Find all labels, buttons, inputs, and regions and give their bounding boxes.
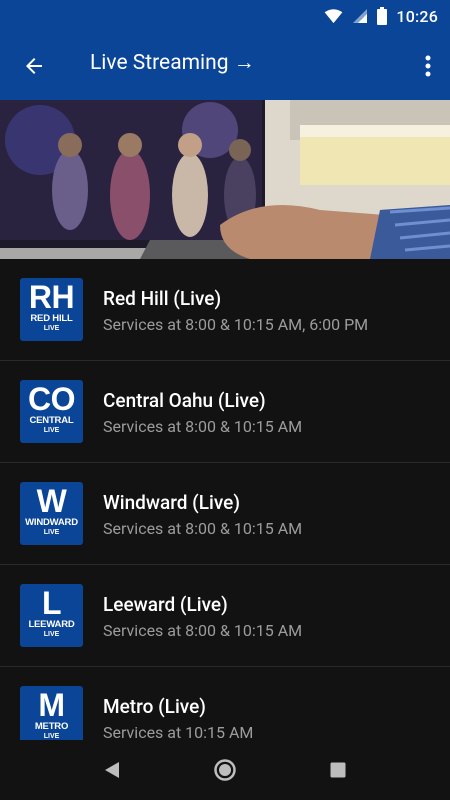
location-row-red-hill[interactable]: RH RED HILL LIVE Red Hill (Live) Service… (0, 259, 450, 361)
page-title: Live Streaming → (90, 51, 255, 75)
metro-logo: M METRO LIVE (20, 686, 83, 740)
location-list: RH RED HILL LIVE Red Hill (Live) Service… (0, 259, 450, 740)
location-row-central-oahu[interactable]: CO CENTRAL LIVE Central Oahu (Live) Serv… (0, 361, 450, 463)
location-schedule: Services at 8:00 & 10:15 AM (103, 417, 303, 436)
location-row-leeward[interactable]: L LEEWARD LIVE Leeward (Live) Services a… (0, 565, 450, 667)
leeward-logo: L LEEWARD LIVE (20, 584, 83, 647)
back-arrow-icon[interactable] (14, 46, 54, 86)
logo-tag: LIVE (43, 427, 60, 434)
status-bar: 10:26 (0, 0, 450, 32)
status-time: 10:26 (396, 6, 438, 26)
logo-tag: LIVE (43, 529, 60, 536)
logo-abbr: M (38, 687, 65, 723)
nav-back-icon[interactable] (92, 750, 132, 790)
logo-tag: LIVE (43, 325, 60, 332)
battery-icon (377, 7, 388, 25)
logo-name: METRO (34, 721, 69, 732)
location-name: Leeward (Live) (103, 593, 228, 616)
central-oahu-logo: CO CENTRAL LIVE (20, 380, 83, 443)
logo-tag: LIVE (43, 733, 60, 740)
more-vert-icon[interactable] (416, 46, 440, 86)
logo-abbr: L (41, 585, 62, 621)
logo-name: CENTRAL (29, 415, 74, 426)
logo-name: WINDWARD (25, 517, 78, 528)
logo-abbr: CO (28, 381, 76, 417)
location-schedule: Services at 10:15 AM (103, 723, 254, 740)
location-schedule: Services at 8:00 & 10:15 AM, 6:00 PM (103, 315, 369, 334)
wifi-icon (324, 8, 343, 24)
app-bar: Live Streaming → (0, 32, 450, 100)
nav-recents-icon[interactable] (318, 750, 358, 790)
location-schedule: Services at 8:00 & 10:15 AM (103, 519, 303, 538)
logo-tag: LIVE (43, 631, 60, 638)
hero-image (0, 100, 450, 259)
red-hill-logo: RH RED HILL LIVE (20, 278, 83, 341)
location-schedule: Services at 8:00 & 10:15 AM (103, 621, 303, 640)
logo-name: LEEWARD (28, 619, 75, 630)
system-nav-bar (0, 740, 450, 800)
location-name: Red Hill (Live) (103, 287, 222, 310)
windward-logo: W WINDWARD LIVE (20, 482, 83, 545)
cell-signal-icon (352, 8, 368, 24)
location-row-metro[interactable]: M METRO LIVE Metro (Live) Services at 10… (0, 667, 450, 740)
logo-abbr: W (36, 483, 67, 519)
location-row-windward[interactable]: W WINDWARD LIVE Windward (Live) Services… (0, 463, 450, 565)
logo-abbr: RH (28, 279, 75, 315)
location-name: Metro (Live) (103, 695, 206, 718)
location-name: Central Oahu (Live) (103, 389, 266, 412)
nav-home-icon[interactable] (205, 750, 245, 790)
location-name: Windward (Live) (103, 491, 240, 514)
